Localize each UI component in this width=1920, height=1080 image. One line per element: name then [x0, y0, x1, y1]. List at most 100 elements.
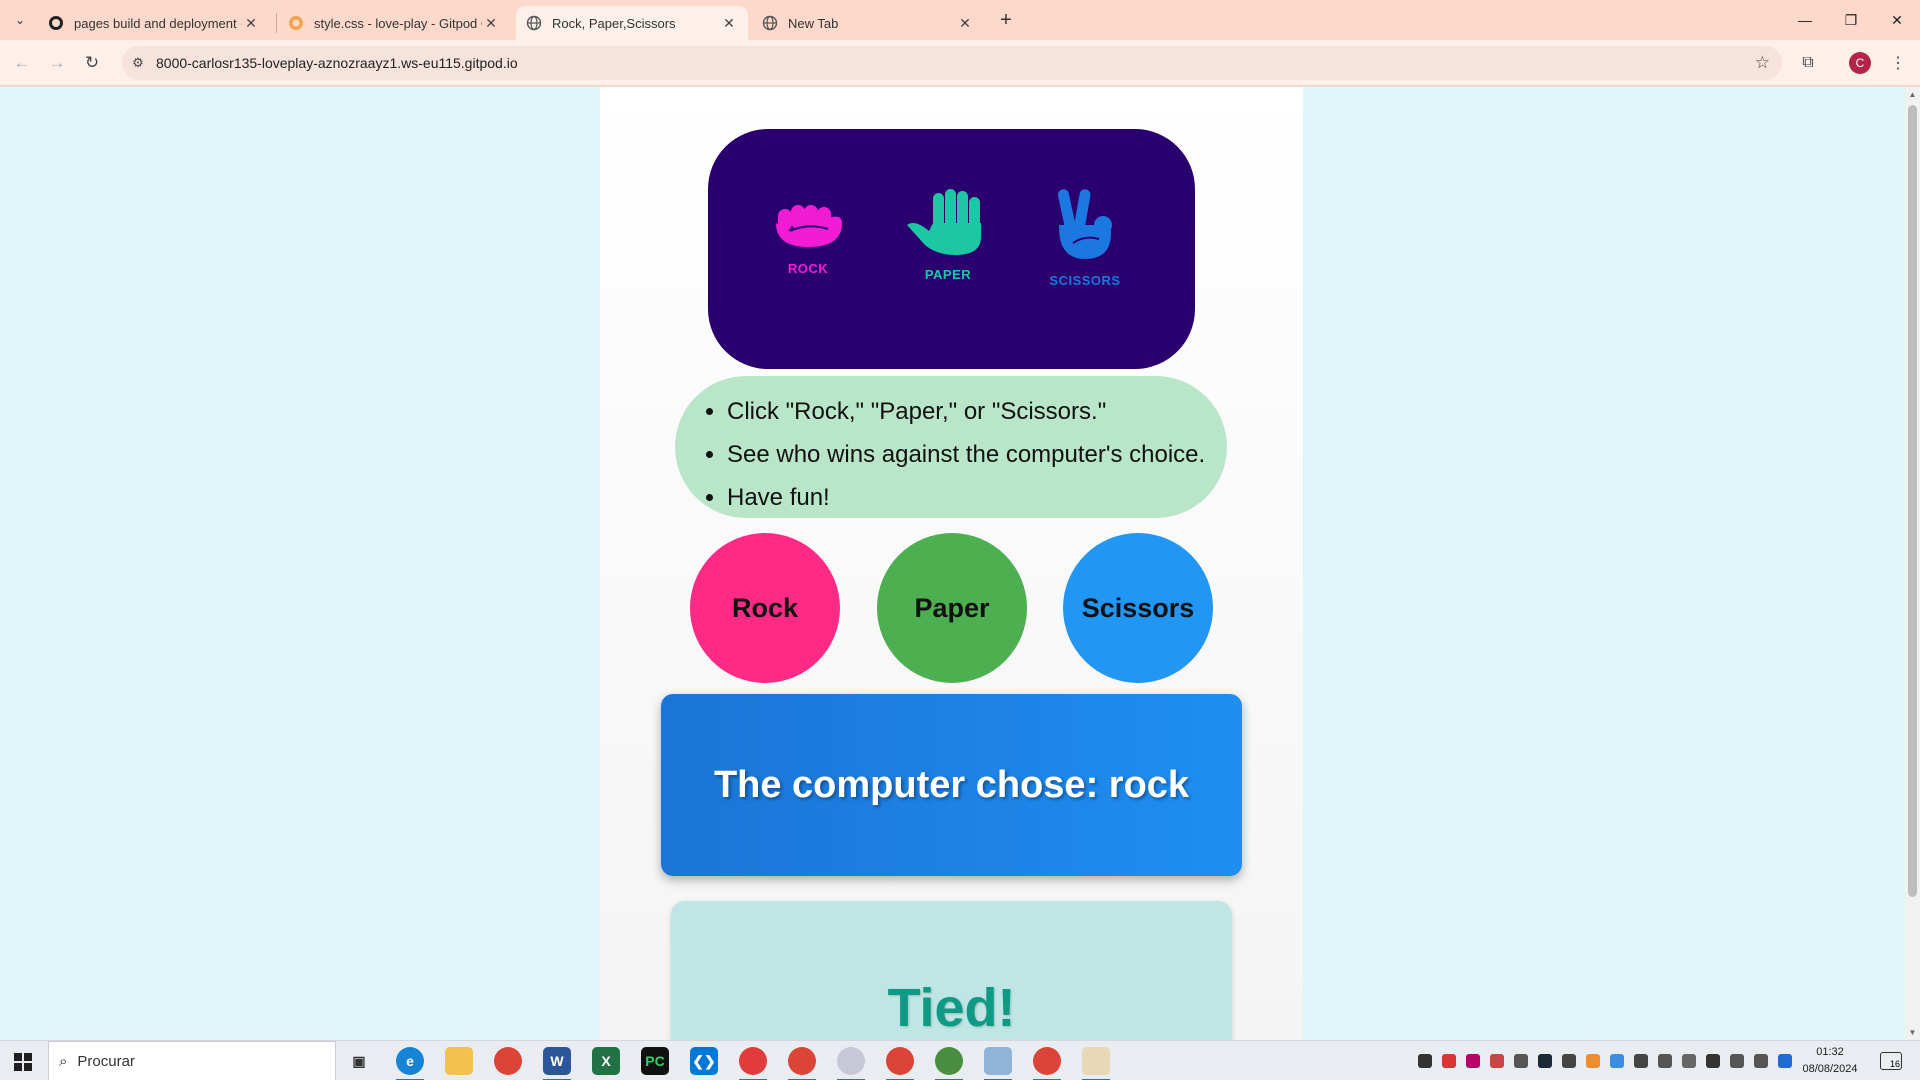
address-bar[interactable]: ⚙ 8000-carlosr135-loveplay-aznozraayz1.w… [122, 46, 1782, 80]
app-red-icon[interactable] [739, 1047, 767, 1080]
close-tab-icon[interactable]: ✕ [956, 14, 974, 32]
github-icon [49, 16, 63, 30]
tray-app-icon[interactable] [1442, 1054, 1456, 1068]
paper-button[interactable]: Paper [877, 533, 1027, 683]
instruction-item: Have fun! [727, 476, 1227, 519]
tab-style-css[interactable]: style.css - love-play - Gitpod Cc ✕ [278, 6, 510, 40]
word-icon[interactable]: W [543, 1047, 571, 1080]
game-container: ROCK PAPER SCISSORS • Click "Rock," "Pap… [600, 87, 1303, 1040]
scrollbar-thumb[interactable] [1908, 105, 1917, 897]
tray-app-icon[interactable] [1634, 1054, 1648, 1068]
taskbar-clock[interactable]: 01:32 08/08/2024 [1786, 1044, 1874, 1078]
tab-title: New Tab [788, 15, 839, 31]
tray-app-icon[interactable] [1586, 1054, 1600, 1068]
paint-icon[interactable] [1082, 1047, 1110, 1080]
extensions-puzzle-icon[interactable]: ⧉ [1794, 49, 1822, 77]
tab-rock-paper-scissors[interactable]: Rock, Paper,Scissors ✕ [516, 6, 748, 40]
choices-panel: ROCK PAPER SCISSORS [708, 129, 1195, 369]
chrome-profile-icon[interactable] [788, 1047, 816, 1080]
globe-icon [526, 15, 542, 31]
restore-icon[interactable]: ❐ [1828, 0, 1874, 40]
file-explorer-icon[interactable] [445, 1047, 473, 1075]
vscode-icon[interactable]: ❮❯ [690, 1047, 718, 1075]
close-tab-icon[interactable]: ✕ [242, 14, 260, 32]
peace-hand-icon [1057, 189, 1112, 259]
rock-button[interactable]: Rock [690, 533, 840, 683]
edge-icon[interactable]: e [396, 1047, 424, 1080]
tray-app-icon[interactable] [1466, 1054, 1480, 1068]
choice-scissors: SCISSORS [1025, 187, 1145, 288]
pycharm-icon[interactable]: PC [641, 1047, 669, 1075]
app-blue-icon[interactable] [984, 1047, 1012, 1080]
instruction-item: Click "Rock," "Paper," or "Scissors." [727, 390, 1227, 433]
tray-app-icon[interactable] [1562, 1054, 1576, 1068]
scissors-button[interactable]: Scissors [1063, 533, 1213, 683]
scroll-up-arrow-icon[interactable]: ▲ [1905, 87, 1920, 102]
tab-separator [276, 13, 277, 33]
site-settings-icon[interactable]: ⚙ [122, 46, 154, 80]
result-text: Tied! [887, 978, 1016, 1038]
clock-time: 01:32 [1816, 1046, 1844, 1058]
notification-center-icon[interactable]: 16 [1880, 1052, 1902, 1070]
windows-start-icon[interactable] [8, 1049, 38, 1073]
choice-label-paper: PAPER [924, 267, 972, 282]
volume-icon[interactable] [1754, 1054, 1768, 1068]
close-tab-icon[interactable]: ✕ [482, 14, 500, 32]
tab-search-chevron-icon[interactable]: ⌄ [8, 8, 32, 32]
chrome-icon[interactable] [494, 1047, 522, 1075]
browser-toolbar: ← → ↻ ⚙ 8000-carlosr135-loveplay-aznozra… [0, 40, 1920, 86]
scroll-down-arrow-icon[interactable]: ▼ [1905, 1025, 1920, 1040]
battery-icon[interactable] [1706, 1054, 1720, 1068]
bookmark-star-icon[interactable]: ☆ [1755, 53, 1770, 73]
page-scrollbar[interactable]: ▲ ▼ [1905, 87, 1920, 1040]
wifi-icon[interactable] [1730, 1054, 1744, 1068]
choice-label-rock: ROCK [787, 261, 829, 276]
url-text[interactable]: 8000-carlosr135-loveplay-aznozraayz1.ws-… [156, 55, 518, 71]
windows-taskbar: ⌕ Procurar ▣ e W X PC ❮❯ 01:32 08/08/202… [0, 1040, 1920, 1080]
search-icon: ⌕ [59, 1052, 68, 1070]
excel-icon[interactable]: X [592, 1047, 620, 1075]
app-badge-icon[interactable] [935, 1047, 963, 1080]
browser-tab-strip: ⌄ pages build and deployment · C ✕ style… [0, 0, 1920, 40]
tab-title: Rock, Paper,Scissors [552, 15, 676, 31]
steam-icon[interactable] [1538, 1054, 1552, 1068]
chrome-icon-3[interactable] [1033, 1047, 1061, 1080]
tray-app-icon[interactable] [1514, 1054, 1528, 1068]
chrome-icon-2[interactable] [886, 1047, 914, 1080]
close-window-icon[interactable]: ✕ [1874, 0, 1920, 40]
forward-arrow-icon[interactable]: → [43, 49, 71, 77]
gitpod-icon [289, 16, 303, 30]
tab-pages-build[interactable]: pages build and deployment · C ✕ [38, 6, 270, 40]
tab-title: style.css - love-play - Gitpod Cc [314, 15, 482, 31]
computer-choice-panel: The computer chose: rock [661, 694, 1242, 876]
tab-new-tab[interactable]: New Tab ✕ [752, 6, 984, 40]
page-viewport: ROCK PAPER SCISSORS • Click "Rock," "Pap… [0, 87, 1905, 1040]
snipping-tool-icon[interactable] [837, 1047, 865, 1080]
tray-app-icon[interactable] [1658, 1054, 1672, 1068]
reload-icon[interactable]: ↻ [78, 49, 106, 77]
tray-app-icon[interactable] [1682, 1054, 1696, 1068]
minimize-icon[interactable]: — [1782, 0, 1828, 40]
globe-icon [762, 15, 778, 31]
computer-choice-text: The computer chose: rock [713, 763, 1190, 806]
back-arrow-icon[interactable]: ← [8, 49, 36, 77]
instructions-list: Click "Rock," "Paper," or "Scissors." Se… [675, 376, 1227, 518]
taskbar-search-box[interactable]: ⌕ Procurar [48, 1041, 336, 1080]
browser-menu-icon[interactable]: ⋮ [1884, 49, 1912, 77]
close-tab-icon[interactable]: ✕ [720, 14, 738, 32]
open-hand-icon [907, 189, 981, 255]
result-panel: Tied! [671, 901, 1232, 1040]
tray-app-icon[interactable] [1490, 1054, 1504, 1068]
choice-rock: ROCK [748, 187, 868, 276]
clock-date: 08/08/2024 [1802, 1063, 1858, 1075]
new-tab-plus-icon[interactable]: + [994, 8, 1018, 32]
choice-label-scissors: SCISSORS [1049, 273, 1121, 288]
tab-title: pages build and deployment · C [74, 15, 242, 31]
taskbar-search-placeholder: Procurar [77, 1052, 135, 1070]
tray-app-icon[interactable] [1418, 1054, 1432, 1068]
task-view-icon[interactable]: ▣ [345, 1047, 373, 1075]
tray-app-icon[interactable] [1610, 1054, 1624, 1068]
profile-avatar[interactable]: C [1849, 52, 1871, 74]
fist-icon [776, 205, 842, 247]
instruction-item: See who wins against the computer's choi… [727, 433, 1227, 476]
